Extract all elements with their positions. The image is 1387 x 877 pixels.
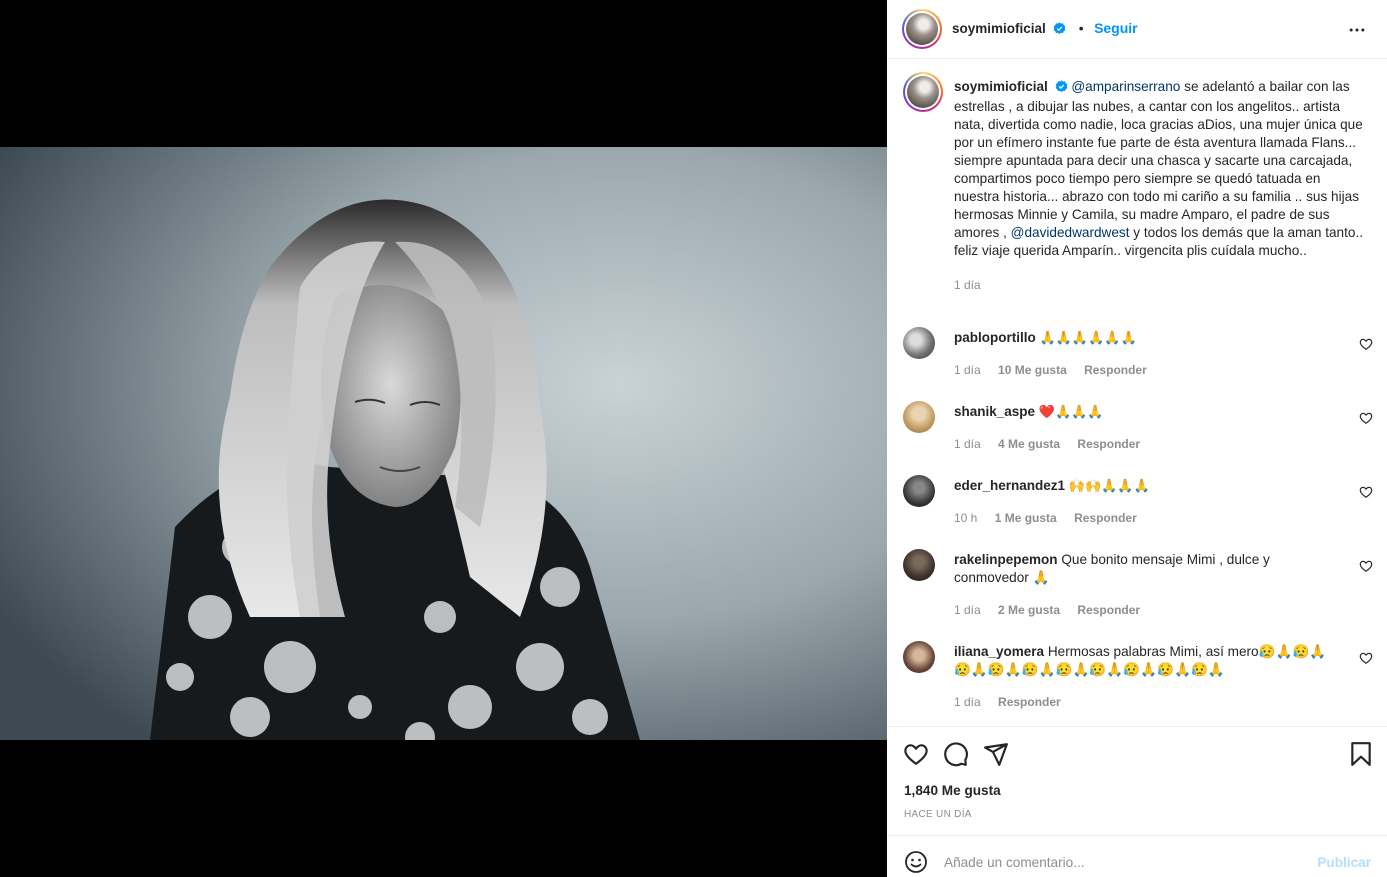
reply-button[interactable]: Responder (1077, 437, 1140, 451)
comment-text: shanik_aspe ❤️🙏🙏🙏 (954, 403, 1334, 421)
comment-content: 🙌🙌🙏🙏🙏 (1068, 478, 1150, 493)
post-actions: 1,840 Me gusta HACE UN DÍA (887, 726, 1387, 836)
post-image (0, 147, 887, 740)
commenter-avatar[interactable] (903, 549, 935, 581)
verified-badge-icon (1055, 80, 1068, 98)
reply-button[interactable]: Responder (998, 695, 1061, 709)
commenter-avatar[interactable] (903, 401, 935, 433)
commenter-avatar[interactable] (903, 327, 935, 359)
comment-meta: 10 h 1 Me gusta Responder (954, 511, 1151, 525)
reply-button[interactable]: Responder (1074, 511, 1137, 525)
heart-icon[interactable] (1359, 337, 1373, 351)
heart-icon[interactable] (903, 741, 929, 767)
comment-likes[interactable]: 10 Me gusta (998, 363, 1067, 377)
comment-username[interactable]: shanik_aspe (954, 404, 1035, 419)
mention-link[interactable]: @davidedwardwest (1011, 225, 1130, 240)
add-comment-bar: Añade un comentario... Publicar (887, 835, 1387, 877)
comment-text: rakelinpepemon Que bonito mensaje Mimi ,… (954, 551, 1334, 587)
share-icon[interactable] (983, 741, 1009, 767)
post-header: soymimioficial • Seguir (887, 0, 1387, 59)
bookmark-icon[interactable] (1348, 741, 1374, 767)
post-media (0, 0, 887, 877)
caption-time[interactable]: 1 día (954, 276, 1364, 294)
heart-icon[interactable] (1359, 411, 1373, 425)
likes-count[interactable]: 1,840 Me gusta (904, 783, 1001, 798)
verified-badge-icon (1053, 22, 1066, 40)
heart-icon[interactable] (1359, 651, 1373, 665)
heart-icon[interactable] (1359, 485, 1373, 499)
comment-meta: 1 día 2 Me gusta Responder (954, 603, 1154, 617)
comment-username[interactable]: rakelinpepemon (954, 552, 1058, 567)
mention-link[interactable]: @amparinserrano (1071, 79, 1180, 94)
comment-time[interactable]: 10 h (954, 511, 977, 525)
separator-dot: • (1078, 20, 1084, 36)
comment-likes[interactable]: 4 Me gusta (998, 437, 1060, 451)
comment-text: iliana_yomera Hermosas palabras Mimi, as… (954, 643, 1334, 679)
comment-text: pabloportillo 🙏🙏🙏🙏🙏🙏 (954, 329, 1334, 347)
post-photo[interactable] (0, 147, 887, 740)
comment-content: ❤️🙏🙏🙏 (1038, 404, 1104, 419)
comment-username[interactable]: eder_hernandez1 (954, 478, 1065, 493)
comment-icon[interactable] (943, 741, 969, 767)
emoji-icon[interactable] (904, 850, 928, 874)
post-panel: soymimioficial • Seguir soymimioficial @… (887, 0, 1387, 877)
comment-likes[interactable]: 2 Me gusta (998, 603, 1060, 617)
comment-likes[interactable]: 1 Me gusta (995, 511, 1057, 525)
caption-body-1: se adelantó a bailar con las estrellas ,… (954, 79, 1363, 240)
heart-icon[interactable] (1359, 559, 1373, 573)
comment-meta: 1 día 10 Me gusta Responder (954, 363, 1161, 377)
comment-username[interactable]: pabloportillo (954, 330, 1036, 345)
caption-author-username[interactable]: soymimioficial (954, 79, 1048, 94)
comment-time[interactable]: 1 día (954, 603, 981, 617)
comment-time[interactable]: 1 día (954, 437, 981, 451)
comment-text: eder_hernandez1 🙌🙌🙏🙏🙏 (954, 477, 1334, 495)
caption-text: soymimioficial @amparinserrano se adelan… (954, 78, 1364, 294)
comment-time[interactable]: 1 día (954, 363, 981, 377)
comment-username[interactable]: iliana_yomera (954, 644, 1044, 659)
commenter-avatar[interactable] (903, 641, 935, 673)
reply-button[interactable]: Responder (1077, 603, 1140, 617)
comment-content: 🙏🙏🙏🙏🙏🙏 (1039, 330, 1137, 345)
follow-button[interactable]: Seguir (1094, 20, 1138, 36)
commenter-avatar[interactable] (903, 475, 935, 507)
comment-meta: 1 día Responder (954, 695, 1075, 709)
reply-button[interactable]: Responder (1084, 363, 1147, 377)
caption-author-avatar[interactable] (903, 72, 943, 112)
more-options-icon[interactable] (1347, 20, 1367, 40)
comment-meta: 1 día 4 Me gusta Responder (954, 437, 1154, 451)
author-avatar[interactable] (902, 9, 942, 49)
comment-input[interactable]: Añade un comentario... (944, 855, 1085, 870)
post-time[interactable]: HACE UN DÍA (904, 809, 972, 820)
comment-time[interactable]: 1 día (954, 695, 981, 709)
post-comment-button[interactable]: Publicar (1317, 855, 1371, 870)
author-username[interactable]: soymimioficial (952, 21, 1046, 36)
